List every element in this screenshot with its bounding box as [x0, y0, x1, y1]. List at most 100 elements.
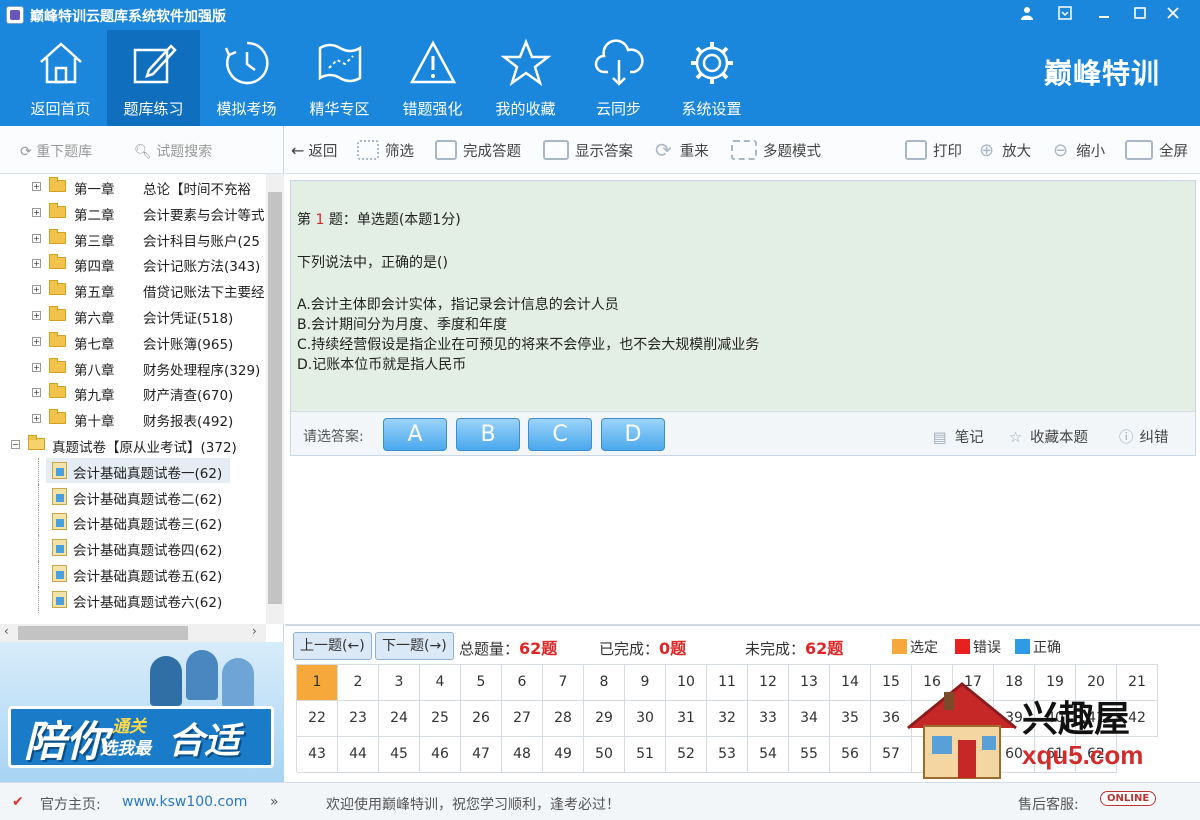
question-cell[interactable]: 23	[338, 701, 379, 737]
question-cell[interactable]: 3	[379, 665, 420, 701]
answer-d-button[interactable]: D	[601, 418, 665, 451]
option-b[interactable]: B.会计期间分为月度、季度和年度	[297, 314, 507, 334]
expand-icon[interactable]: +	[32, 310, 41, 320]
tree-exam-row[interactable]: 会计基础真题试卷三(62)	[0, 509, 266, 536]
question-cell[interactable]: 29	[584, 701, 625, 737]
question-cell[interactable]: 11	[707, 665, 748, 701]
question-cell[interactable]: 26	[461, 701, 502, 737]
redo-button[interactable]: ⟳ 重来	[655, 126, 709, 174]
question-search-button[interactable]: 🔍︎ 试题搜索	[134, 141, 212, 161]
question-cell[interactable]: 27	[502, 701, 543, 737]
question-cell[interactable]: 9	[625, 665, 666, 701]
nav-practice[interactable]: 题库练习	[107, 30, 200, 126]
user-icon[interactable]	[1014, 4, 1040, 26]
tree-chapter-row[interactable]: + 第五章 借贷记账法下主要经	[0, 277, 266, 303]
question-cell[interactable]: 50	[584, 737, 625, 773]
scroll-thumb[interactable]	[18, 626, 188, 640]
expand-icon[interactable]: +	[32, 336, 41, 346]
nav-home[interactable]: 返回首页	[14, 30, 107, 126]
tree-chapter-row[interactable]: + 第十章 财务报表(492)	[0, 406, 266, 432]
question-cell[interactable]: 5	[461, 665, 502, 701]
tree-vertical-scrollbar[interactable]	[266, 174, 284, 624]
question-cell[interactable]: 22	[297, 701, 338, 737]
question-cell[interactable]: 2	[338, 665, 379, 701]
tree-chapter-row[interactable]: + 第四章 会计记账方法(343)	[0, 251, 266, 277]
question-cell[interactable]: 46	[420, 737, 461, 773]
close-icon[interactable]	[1160, 4, 1186, 26]
option-a[interactable]: A.会计主体即会计实体，指记录会计信息的会计人员	[297, 294, 619, 314]
redownload-button[interactable]: ⟳ 重下题库	[20, 141, 92, 161]
answer-b-button[interactable]: B	[456, 418, 520, 451]
tree-chapter-row[interactable]: + 第一章 总论【时间不充裕	[0, 174, 266, 200]
question-cell[interactable]: 28	[543, 701, 584, 737]
question-cell[interactable]: 7	[543, 665, 584, 701]
favorite-button[interactable]: ☆ 收藏本题	[1009, 426, 1088, 447]
question-cell[interactable]: 13	[789, 665, 830, 701]
expand-icon[interactable]: +	[32, 207, 41, 217]
question-cell[interactable]: 49	[543, 737, 584, 773]
question-cell[interactable]: 45	[379, 737, 420, 773]
nav-favorites[interactable]: 我的收藏	[479, 30, 572, 126]
question-cell[interactable]: 53	[707, 737, 748, 773]
question-cell[interactable]: 24	[379, 701, 420, 737]
tree-exam-row[interactable]: 会计基础真题试卷一(62)	[0, 457, 266, 484]
question-cell[interactable]: 43	[297, 737, 338, 773]
question-cell[interactable]: 31	[666, 701, 707, 737]
expand-icon[interactable]: +	[32, 388, 41, 398]
question-cell[interactable]: 8	[584, 665, 625, 701]
nav-mistakes[interactable]: 错题强化	[386, 30, 479, 126]
tree-chapter-row[interactable]: + 第七章 会计账簿(965)	[0, 329, 266, 355]
question-cell[interactable]: 34	[789, 701, 830, 737]
promo-banner[interactable]: 陪你 通关 选我最 合适	[0, 642, 284, 786]
minimize-icon[interactable]	[1091, 4, 1117, 26]
report-error-button[interactable]: ⓘ 纠错	[1119, 426, 1169, 447]
next-question-button[interactable]: 下一题(→)	[375, 632, 454, 660]
question-cell[interactable]: 54	[748, 737, 789, 773]
expand-icon[interactable]: +	[32, 285, 41, 295]
question-cell[interactable]: 1	[297, 665, 338, 701]
question-cell[interactable]: 14	[830, 665, 871, 701]
expand-icon[interactable]: +	[32, 259, 41, 269]
answer-a-button[interactable]: A	[383, 418, 447, 451]
tree-chapter-row[interactable]: + 第二章 会计要素与会计等式	[0, 200, 266, 226]
tree-chapter-row[interactable]: + 第九章 财产清查(670)	[0, 380, 266, 406]
finish-button[interactable]: 完成答题	[435, 126, 521, 174]
multi-mode-button[interactable]: 多题模式	[731, 126, 821, 174]
question-cell[interactable]: 47	[461, 737, 502, 773]
question-cell[interactable]: 10	[666, 665, 707, 701]
filter-button[interactable]: 筛选	[357, 126, 414, 174]
question-cell[interactable]: 12	[748, 665, 789, 701]
question-cell[interactable]: 55	[789, 737, 830, 773]
note-button[interactable]: ▤ 笔记	[933, 426, 984, 447]
tree-chapter-row[interactable]: + 第八章 财务处理程序(329)	[0, 355, 266, 381]
homepage-link[interactable]: www.ksw100.com	[122, 794, 247, 810]
question-cell[interactable]: 44	[338, 737, 379, 773]
question-cell[interactable]: 6	[502, 665, 543, 701]
tree-chapter-row[interactable]: + 第三章 会计科目与账户(25	[0, 226, 266, 252]
show-answer-button[interactable]: 显示答案	[543, 126, 633, 174]
question-cell[interactable]: 25	[420, 701, 461, 737]
option-c[interactable]: C.持续经营假设是指企业在可预见的将来不会停业，也不会大规模削减业务	[297, 334, 759, 354]
expand-icon[interactable]: +	[32, 182, 41, 191]
question-cell[interactable]: 4	[420, 665, 461, 701]
zoom-out-button[interactable]: ⊖ 缩小	[1053, 126, 1105, 174]
question-cell[interactable]: 35	[830, 701, 871, 737]
question-cell[interactable]: 30	[625, 701, 666, 737]
question-cell[interactable]: 52	[666, 737, 707, 773]
answer-c-button[interactable]: C	[528, 418, 592, 451]
nav-mock-exam[interactable]: 模拟考场	[200, 30, 293, 126]
expand-icon[interactable]: +	[32, 362, 41, 372]
tree-exam-row[interactable]: 会计基础真题试卷五(62)	[0, 560, 266, 587]
question-cell[interactable]: 48	[502, 737, 543, 773]
maximize-icon[interactable]	[1127, 4, 1153, 26]
option-d[interactable]: D.记账本位币就是指人民币	[297, 354, 466, 374]
tree-exam-row[interactable]: 会计基础真题试卷六(62)	[0, 586, 266, 613]
tree-exam-group-row[interactable]: − 真题试卷【原从业考试】(372)	[0, 432, 266, 458]
tree-exam-row[interactable]: 会计基础真题试卷二(62)	[0, 483, 266, 510]
print-button[interactable]: 打印	[905, 126, 962, 174]
collapse-icon[interactable]: −	[11, 439, 20, 449]
question-cell[interactable]: 56	[830, 737, 871, 773]
nav-cloud-sync[interactable]: 云同步	[572, 30, 665, 126]
nav-settings[interactable]: 系统设置	[665, 30, 758, 126]
prev-question-button[interactable]: 上一题(←)	[293, 632, 372, 660]
